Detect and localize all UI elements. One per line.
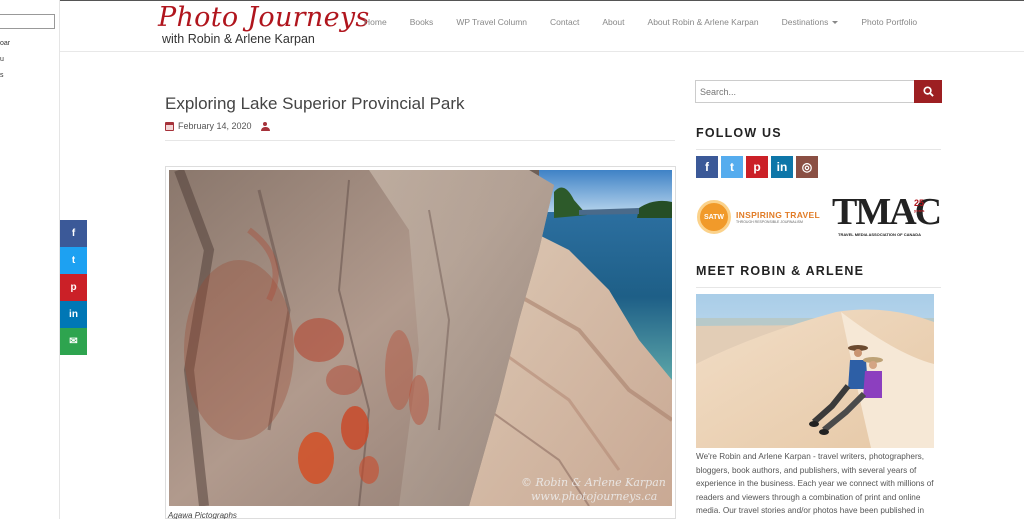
divider bbox=[165, 140, 675, 141]
divider bbox=[696, 287, 941, 288]
linkedin-icon: in bbox=[69, 309, 78, 320]
share-bar: f t p in ✉ bbox=[60, 220, 87, 355]
nav-label: About Robin & Arlene Karpan bbox=[647, 17, 759, 27]
tmac-25-number: 25 bbox=[914, 198, 925, 208]
share-email-button[interactable]: ✉ bbox=[60, 328, 87, 355]
nav-label: About bbox=[602, 17, 625, 27]
nav-label: Contact bbox=[550, 17, 580, 27]
satw-tagline: INSPIRING TRAVEL bbox=[736, 210, 820, 220]
twitter-icon: t bbox=[71, 255, 76, 266]
nav-home[interactable]: Home bbox=[364, 17, 387, 27]
site-logo[interactable]: Photo Journeys with Robin & Arlene Karpa… bbox=[158, 2, 370, 46]
meet-title: MEET ROBIN & ARLENE bbox=[696, 264, 865, 278]
association-badges: SATW INSPIRING TRAVEL THROUGH RESPONSIBL… bbox=[697, 192, 942, 242]
instagram-icon[interactable]: ◎ bbox=[796, 156, 818, 178]
user-icon[interactable] bbox=[260, 121, 270, 131]
pinterest-icon: p bbox=[70, 282, 77, 293]
post-title[interactable]: Exploring Lake Superior Provincial Park bbox=[165, 94, 465, 114]
nav-label: WP Travel Column bbox=[456, 17, 528, 27]
tmac-years-label: years bbox=[914, 208, 925, 213]
tmac-subtitle: TRAVEL MEDIA ASSOCIATION OF CANADA bbox=[838, 232, 922, 237]
photo-watermark-line-2: www.photojourneys.ca bbox=[531, 490, 657, 503]
nav-label: Books bbox=[409, 17, 434, 27]
nav-wp-travel-column[interactable]: WP Travel Column bbox=[456, 17, 527, 27]
search-form bbox=[695, 80, 942, 103]
divider bbox=[696, 149, 941, 150]
nav-label: Photo Portfolio bbox=[861, 17, 918, 27]
follow-us-title: FOLLOW US bbox=[696, 126, 782, 140]
nav-label: Home bbox=[364, 17, 387, 27]
post-featured-figure: © Robin & Arlene Karpan www.photojourney… bbox=[165, 166, 676, 519]
logo-subtitle: with Robin & Arlene Karpan bbox=[162, 32, 315, 46]
nav-label: Destinations bbox=[781, 17, 829, 27]
side-panel-item[interactable]: oar bbox=[0, 40, 10, 47]
search-button[interactable] bbox=[914, 80, 942, 103]
post-meta: February 14, 2020 bbox=[165, 121, 270, 131]
dune-photo-illustration bbox=[696, 294, 934, 448]
twitter-icon[interactable]: t bbox=[721, 156, 743, 178]
satw-subtagline: THROUGH RESPONSIBLE JOURNALISM bbox=[736, 220, 803, 224]
featured-photo[interactable]: © Robin & Arlene Karpan www.photojourney… bbox=[169, 170, 672, 506]
share-linkedin-button[interactable]: in bbox=[60, 301, 87, 328]
tmac-25-years: 25 years bbox=[914, 198, 924, 213]
nav-about[interactable]: About bbox=[602, 17, 624, 27]
site-header: Photo Journeys with Robin & Arlene Karpa… bbox=[60, 0, 1024, 52]
side-panel-item[interactable]: s bbox=[0, 72, 4, 79]
figure-caption: Agawa Pictographs bbox=[168, 511, 237, 519]
social-icons: f t p in ◎ bbox=[696, 156, 821, 178]
nav-destinations[interactable]: Destinations bbox=[782, 17, 839, 27]
nav-contact[interactable]: Contact bbox=[550, 17, 579, 27]
photo-illustration: © Robin & Arlene Karpan www.photojourney… bbox=[169, 170, 672, 506]
logo-title: Photo Journeys bbox=[158, 2, 370, 33]
nav-about-karpan[interactable]: About Robin & Arlene Karpan bbox=[648, 17, 759, 27]
satw-badge[interactable]: SATW INSPIRING TRAVEL THROUGH RESPONSIBL… bbox=[697, 200, 827, 234]
linkedin-icon[interactable]: in bbox=[771, 156, 793, 178]
satw-logo-icon: SATW bbox=[697, 200, 731, 234]
left-side-panel: oar u s bbox=[0, 0, 60, 519]
about-photo[interactable] bbox=[696, 294, 934, 448]
side-panel-item[interactable]: u bbox=[0, 56, 4, 63]
nav-photo-portfolio[interactable]: Photo Portfolio bbox=[861, 17, 917, 27]
photo-watermark-line-1: © Robin & Arlene Karpan bbox=[521, 476, 666, 489]
facebook-icon[interactable]: f bbox=[696, 156, 718, 178]
share-facebook-button[interactable]: f bbox=[60, 220, 87, 247]
about-text: We're Robin and Arlene Karpan - travel w… bbox=[696, 452, 934, 515]
pinterest-icon[interactable]: p bbox=[746, 156, 768, 178]
post-date[interactable]: February 14, 2020 bbox=[178, 121, 252, 131]
search-icon bbox=[922, 86, 934, 97]
main-nav: Home Books WP Travel Column Contact Abou… bbox=[364, 17, 940, 27]
share-twitter-button[interactable]: t bbox=[60, 247, 87, 274]
share-pinterest-button[interactable]: p bbox=[60, 274, 87, 301]
email-icon: ✉ bbox=[69, 336, 78, 347]
tmac-badge[interactable]: TMAC 25 years TRAVEL MEDIA ASSOCIATION OF… bbox=[832, 192, 942, 242]
nav-books[interactable]: Books bbox=[410, 17, 434, 27]
side-panel-input[interactable] bbox=[0, 14, 55, 29]
search-input[interactable] bbox=[695, 80, 914, 103]
calendar-icon bbox=[165, 121, 174, 131]
facebook-icon: f bbox=[71, 228, 76, 239]
chevron-down-icon bbox=[832, 20, 839, 24]
